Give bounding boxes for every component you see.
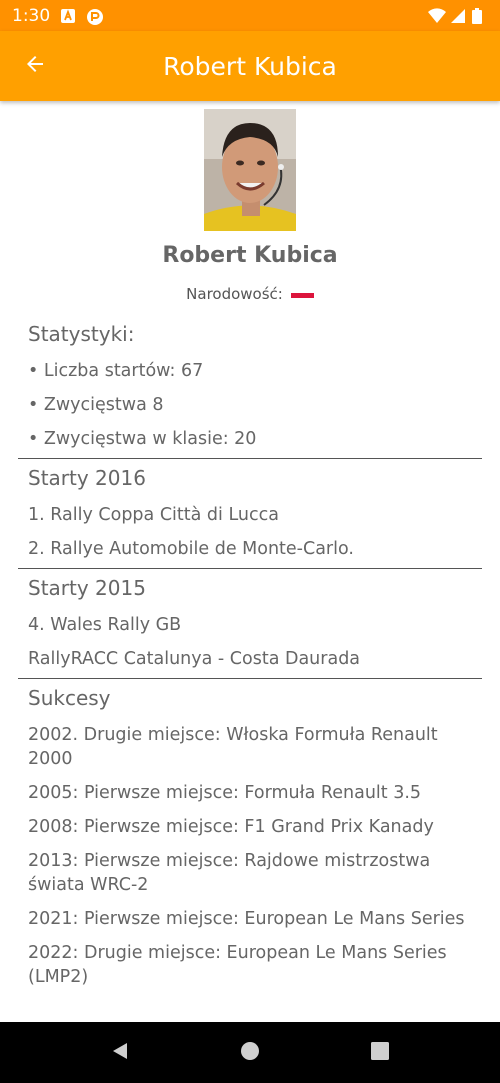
section-title: Starty 2015 (28, 576, 146, 600)
section-title: Starty 2016 (28, 466, 146, 490)
nav-back-button[interactable] (100, 1033, 140, 1073)
section-item: 4. Wales Rally GB (28, 615, 182, 635)
section-item: • Zwycięstwa w klasie: 20 (28, 429, 257, 449)
nav-recents-button[interactable] (360, 1033, 400, 1073)
section-item: 2008: Pierwsze miejsce: F1 Grand Prix Ka… (28, 817, 434, 837)
system-nav-bar (0, 1022, 500, 1083)
profile-content[interactable]: Robert Kubica Narodowość: Statystyki: • L… (0, 101, 500, 1022)
section: Sukcesy 2002. Drugie miejsce: Włoska Form… (18, 679, 482, 989)
app-bar: Robert Kubica (0, 31, 500, 101)
section-item: 2002. Drugie miejsce: Włoska Formuła Ren… (28, 725, 438, 769)
nationality-label: Narodowość: (186, 285, 283, 303)
circle-home-icon (240, 1041, 260, 1065)
battery-icon (472, 7, 488, 24)
section-item: • Liczba startów: 67 (28, 361, 204, 381)
signal-icon (450, 8, 466, 24)
status-time: 1:30 (12, 5, 51, 26)
nationality-row: Narodowość: (0, 285, 500, 303)
notification-app-icon (86, 8, 104, 25)
section-title: Statystyki: (28, 322, 135, 346)
info-sections: Statystyki: • Liczba startów: 67 • Zwycięs… (18, 315, 482, 989)
poland-flag-icon (290, 290, 314, 298)
square-recents-icon (370, 1041, 390, 1065)
section-title: Sukcesy (28, 686, 111, 710)
section: Statystyki: • Liczba startów: 67 • Zwycięs… (18, 315, 482, 459)
page-title: Robert Kubica (163, 51, 337, 81)
section: Starty 2016 1. Rally Coppa Città di Lucca… (18, 459, 482, 569)
notification-a-icon (60, 8, 76, 24)
driver-photo (204, 109, 296, 231)
section-item: 2021: Pierwsze miejsce: European Le Mans… (28, 909, 465, 929)
section-item: 2. Rallye Automobile de Monte-Carlo. (28, 539, 354, 559)
section-item: • Zwycięstwa 8 (28, 395, 164, 415)
status-bar: 1:30 (0, 0, 500, 31)
section-item: 1. Rally Coppa Città di Lucca (28, 505, 279, 525)
section-item: 2005: Pierwsze miejsce: Formuła Renault … (28, 783, 422, 803)
driver-name: Robert Kubica (162, 243, 338, 268)
section-item: 2022: Drugie miejsce: European Le Mans S… (28, 943, 447, 987)
section-item: RallyRACC Catalunya - Costa Daurada (28, 649, 361, 669)
section-item: 2013: Pierwsze miejsce: Rajdowe mistrzos… (28, 851, 431, 895)
triangle-back-icon (110, 1041, 130, 1065)
back-button[interactable] (0, 31, 70, 101)
nav-home-button[interactable] (230, 1033, 270, 1073)
wifi-icon (428, 7, 446, 24)
arrow-back-icon (23, 52, 47, 80)
section: Starty 2015 4. Wales Rally GB RallyRACC Ca… (18, 569, 482, 679)
